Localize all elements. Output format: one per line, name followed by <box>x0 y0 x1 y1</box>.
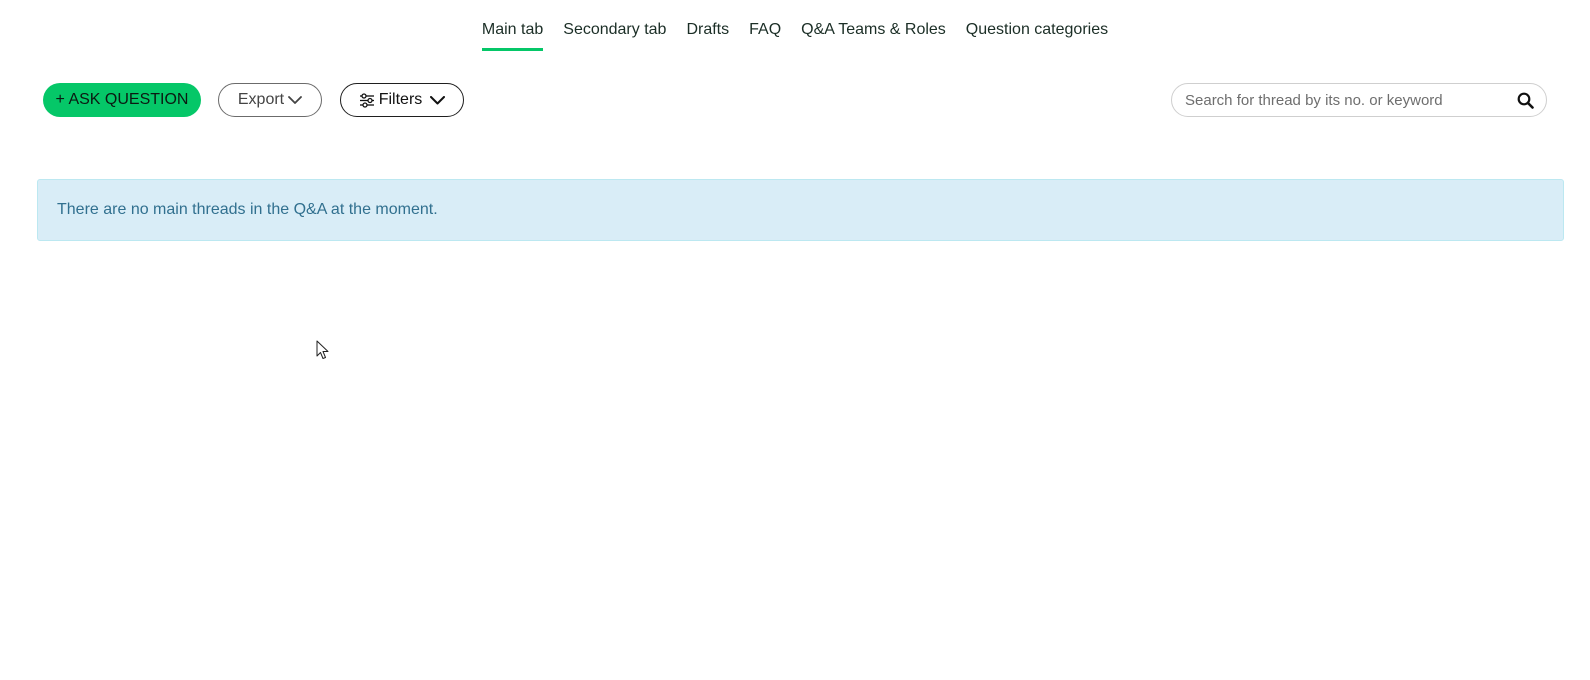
toolbar: + ASK QUESTION Export Filters <box>43 83 1547 117</box>
tab-teams-roles[interactable]: Q&A Teams & Roles <box>801 20 946 51</box>
tab-main[interactable]: Main tab <box>481 20 544 51</box>
search-input[interactable] <box>1185 91 1514 109</box>
tab-question-categories[interactable]: Question categories <box>966 20 1108 51</box>
tab-bar: Main tab Secondary tab Drafts FAQ Q&A Te… <box>0 20 1590 51</box>
sliders-icon <box>359 92 374 108</box>
empty-state-message: There are no main threads in the Q&A at … <box>57 201 438 218</box>
ask-question-label: + ASK QUESTION <box>55 91 189 108</box>
chevron-down-icon <box>288 95 303 104</box>
export-button[interactable]: Export <box>218 83 322 117</box>
empty-state-alert: There are no main threads in the Q&A at … <box>37 179 1564 241</box>
filters-label: Filters <box>378 91 423 108</box>
qa-page: Main tab Secondary tab Drafts FAQ Q&A Te… <box>0 0 1590 680</box>
chevron-down-icon <box>430 95 446 104</box>
filters-button[interactable]: Filters <box>340 83 464 117</box>
export-label: Export <box>237 91 285 108</box>
tab-secondary[interactable]: Secondary tab <box>563 20 666 51</box>
mouse-cursor-icon <box>316 340 329 359</box>
tab-faq[interactable]: FAQ <box>749 20 781 51</box>
search-box <box>1171 83 1547 117</box>
ask-question-button[interactable]: + ASK QUESTION <box>43 83 201 117</box>
tab-drafts[interactable]: Drafts <box>686 20 729 51</box>
search-button[interactable] <box>1514 89 1536 111</box>
search-icon <box>1517 92 1534 109</box>
